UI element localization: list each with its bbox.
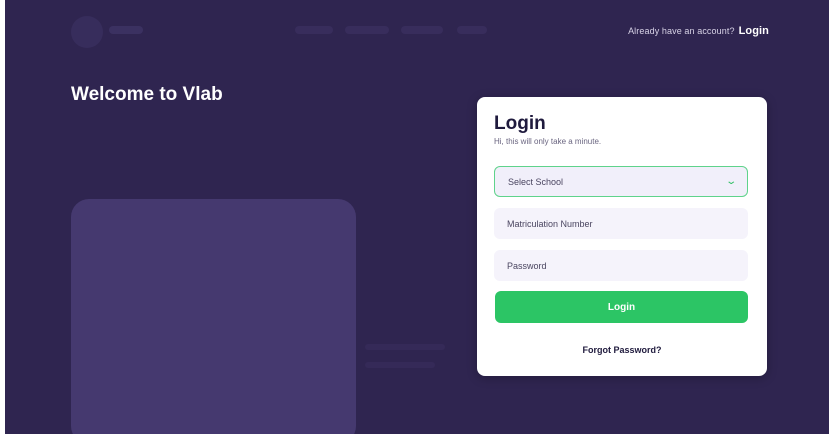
- password-field[interactable]: Password: [494, 250, 748, 281]
- header-login-link[interactable]: Login: [739, 25, 769, 37]
- login-title: Login: [494, 113, 546, 134]
- login-card: Login Hi, this will only take a minute. …: [477, 97, 767, 376]
- matric-number-placeholder: Matriculation Number: [507, 218, 593, 229]
- school-select[interactable]: Select School ⌄: [494, 166, 748, 197]
- faded-text-line: [365, 344, 445, 350]
- chevron-down-icon: ⌄: [724, 176, 737, 187]
- illustration-panel: [71, 199, 356, 434]
- faded-text-line: [365, 362, 435, 368]
- forgot-password-link[interactable]: Forgot Password?: [477, 345, 767, 355]
- account-prompt-text: Already have an account?: [628, 26, 735, 36]
- welcome-heading: Welcome to Vlab: [71, 84, 223, 105]
- matric-number-field[interactable]: Matriculation Number: [494, 208, 748, 239]
- faded-nav-item: [345, 26, 389, 34]
- account-prompt-bar: Already have an account? Login: [628, 25, 769, 37]
- page-background: Already have an account? Login Welcome t…: [5, 0, 829, 434]
- logo-wordmark-faded: [109, 26, 143, 34]
- logo-icon: [71, 16, 103, 48]
- school-select-value: Select School: [508, 176, 564, 187]
- faded-nav-item: [401, 26, 443, 34]
- faded-nav-item: [295, 26, 333, 34]
- login-button[interactable]: Login: [495, 291, 748, 323]
- faded-nav-item: [457, 26, 487, 34]
- login-subtitle: Hi, this will only take a minute.: [494, 137, 602, 146]
- password-placeholder: Password: [507, 260, 547, 271]
